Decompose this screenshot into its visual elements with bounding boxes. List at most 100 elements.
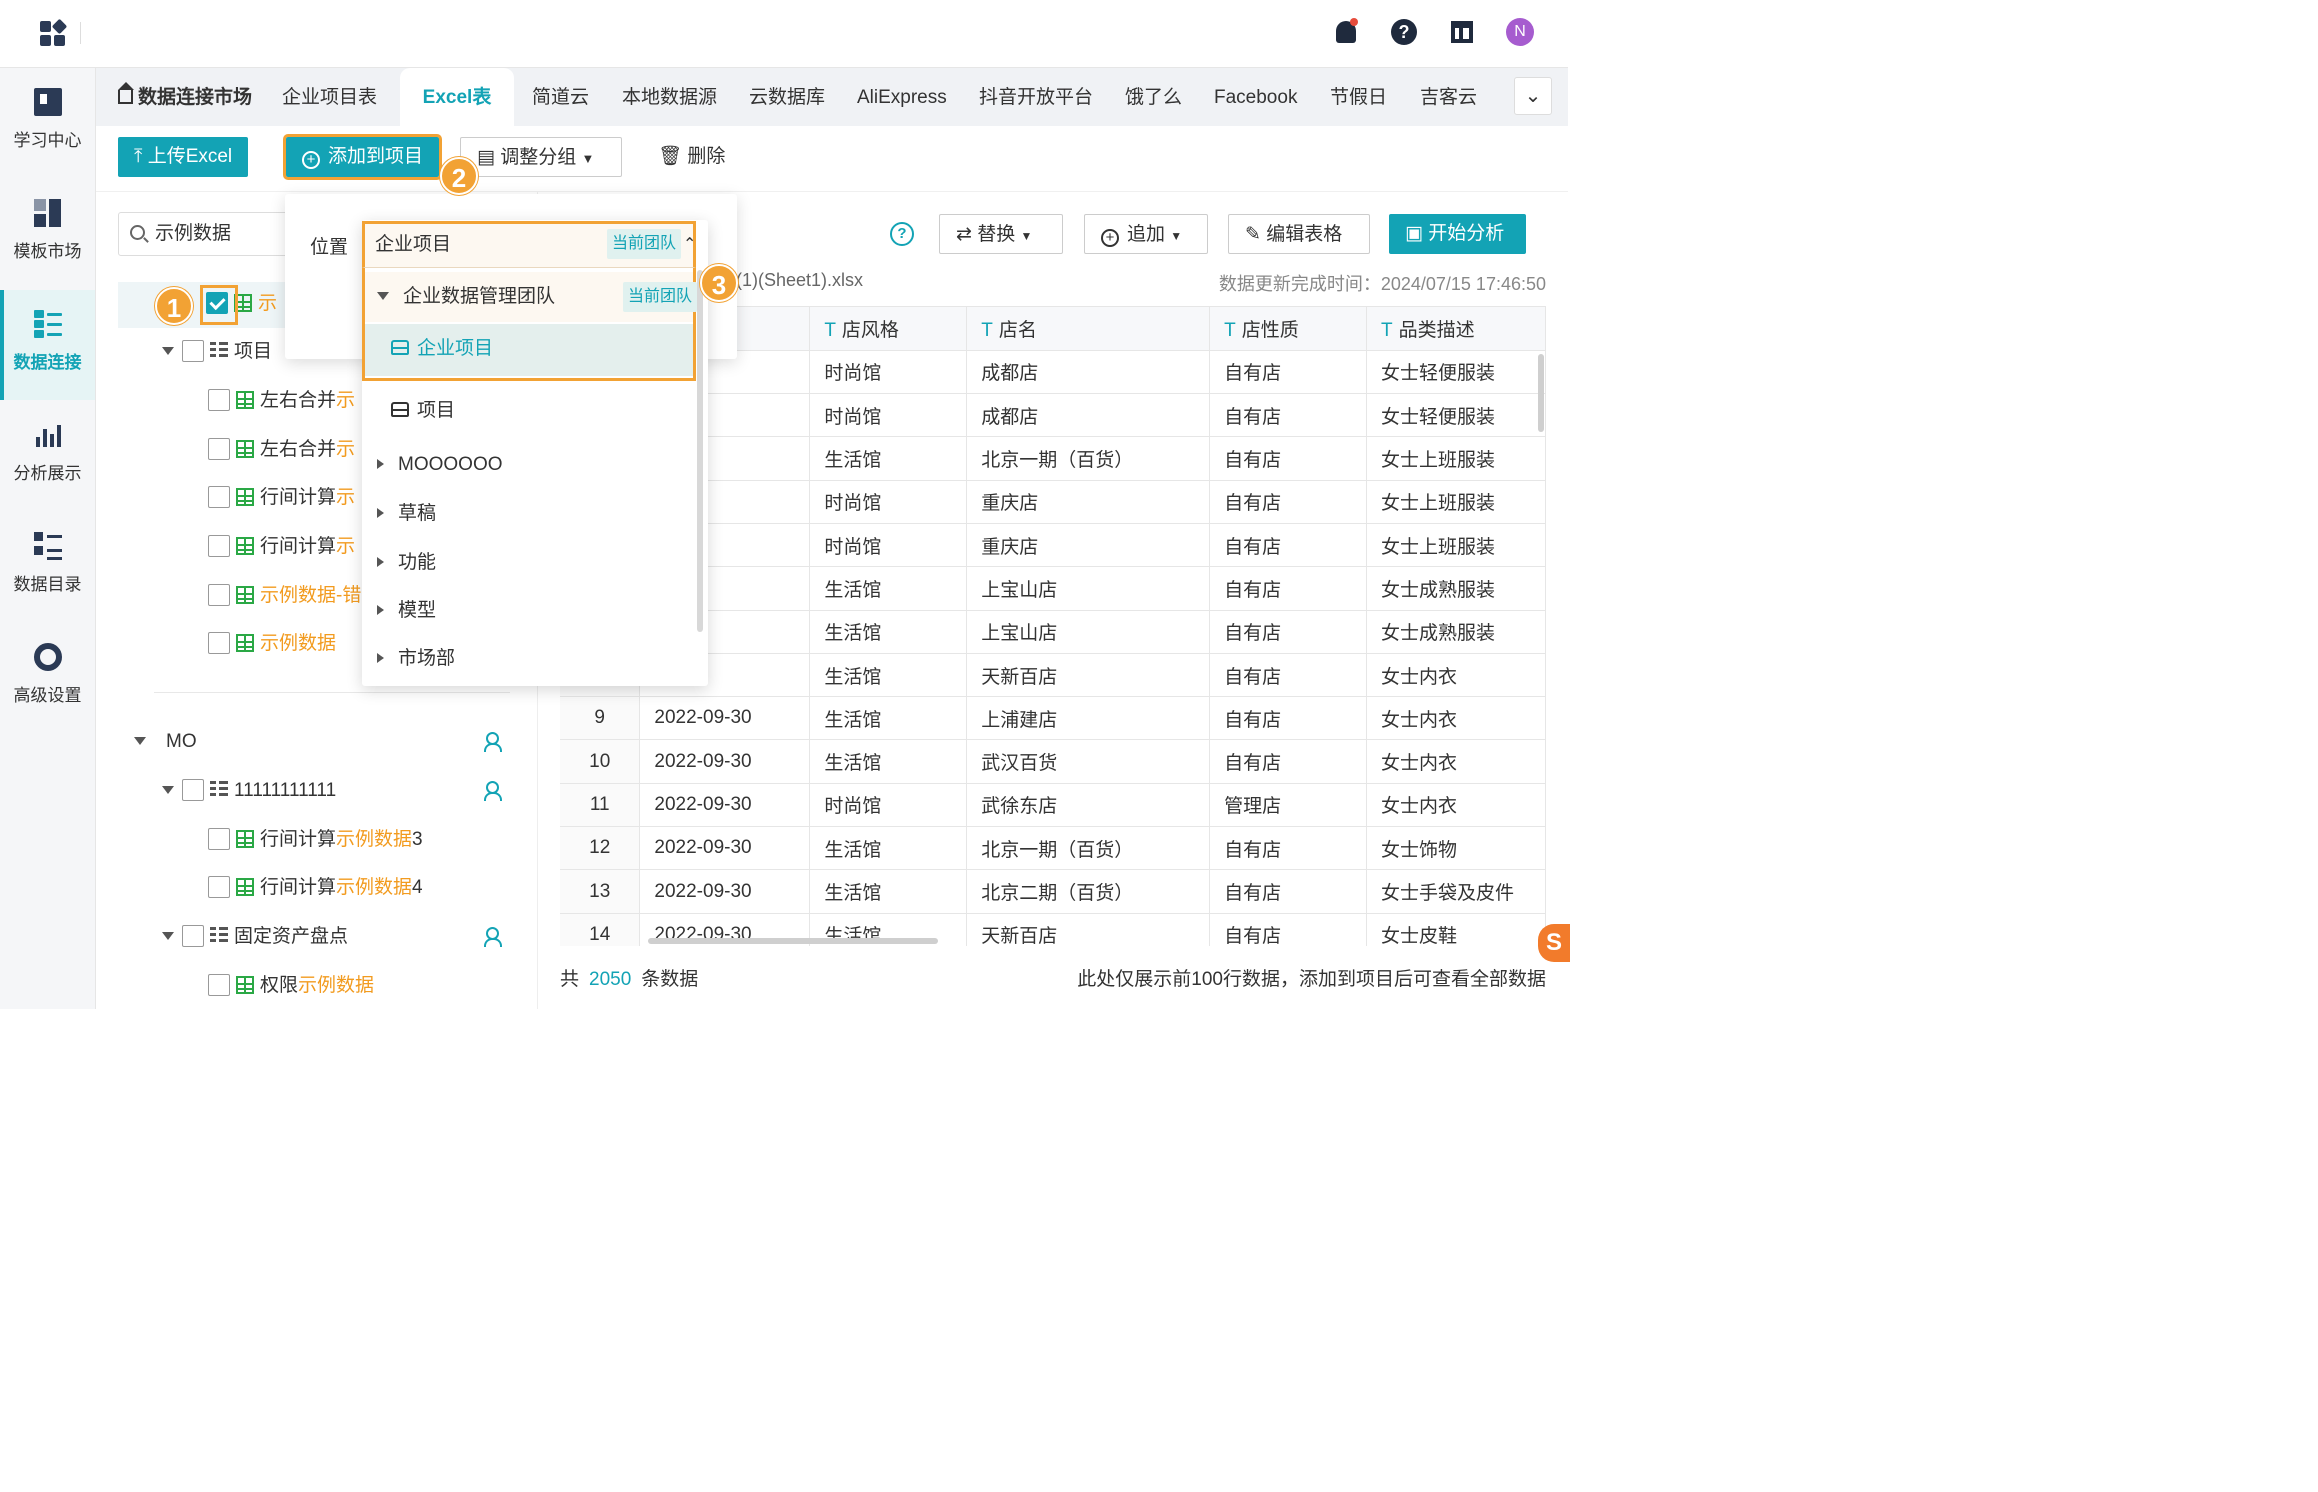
table-icon bbox=[236, 634, 254, 652]
tab-eleme[interactable]: 饿了么 bbox=[1125, 68, 1182, 126]
column-header[interactable]: T 品类描述 bbox=[1366, 307, 1546, 351]
tree-item[interactable]: 示例数据 bbox=[208, 622, 336, 666]
checkbox[interactable] bbox=[208, 535, 230, 557]
tree-folder[interactable]: 固定资产盘点 bbox=[162, 915, 504, 959]
sidebar-item-learning[interactable]: 学习中心 bbox=[0, 68, 95, 178]
tree-item[interactable]: 行间计算示 bbox=[208, 476, 355, 520]
dropdown-option[interactable]: 模型 bbox=[365, 586, 693, 636]
table-row[interactable]: 10 2022-09-30 生活馆 武汉百货 自有店 女士内衣 bbox=[560, 739, 1546, 784]
location-select[interactable]: 企业项目 当前团队 ⌃ bbox=[362, 221, 696, 267]
tab-cloud-db[interactable]: 云数据库 bbox=[749, 68, 825, 126]
help-icon[interactable]: ? bbox=[1390, 18, 1418, 46]
help-icon[interactable]: ? bbox=[890, 222, 914, 246]
tree-item[interactable]: 左右合并示 bbox=[208, 379, 355, 423]
bell-icon[interactable] bbox=[1332, 18, 1360, 46]
table-cell: 女士内衣 bbox=[1366, 696, 1546, 741]
edit-table-button[interactable]: ✎ 编辑表格 bbox=[1228, 214, 1370, 254]
team-icon[interactable] bbox=[484, 927, 504, 947]
dropdown-scrollbar[interactable] bbox=[697, 270, 703, 632]
table-cell: 生活馆 bbox=[809, 566, 968, 611]
tab-holidays[interactable]: 节假日 bbox=[1330, 68, 1387, 126]
checkbox[interactable] bbox=[208, 584, 230, 606]
upload-excel-button[interactable]: ⤒ 上传Excel bbox=[118, 137, 249, 177]
tab-aliexpress[interactable]: AliExpress bbox=[857, 68, 947, 126]
sidebar-item-data-connection[interactable]: 数据连接 bbox=[0, 290, 95, 400]
app-grid-icon[interactable] bbox=[40, 18, 68, 47]
tab-local-source[interactable]: 本地数据源 bbox=[622, 68, 717, 126]
tab-market[interactable]: 数据连接市场 bbox=[118, 68, 252, 126]
caret-right-icon bbox=[377, 557, 384, 567]
table-row[interactable]: 9 2022-09-30 生活馆 上浦建店 自有店 女士内衣 bbox=[560, 696, 1546, 741]
dropdown-option[interactable]: 项目 bbox=[365, 386, 693, 436]
table-cell: 女士手袋及皮件 bbox=[1366, 869, 1546, 914]
tab-excel[interactable]: Excel表 bbox=[400, 68, 514, 126]
delete-button[interactable]: 🗑 删除 bbox=[642, 137, 741, 177]
table-icon bbox=[236, 537, 254, 555]
step-badge: 1 bbox=[155, 287, 193, 325]
checkbox[interactable] bbox=[208, 438, 230, 460]
column-header[interactable]: T 店风格 bbox=[809, 307, 968, 351]
regroup-button[interactable]: ▤ 调整分组 ▼ bbox=[460, 137, 622, 177]
tree-item[interactable]: 行间计算示例数据3 bbox=[208, 818, 423, 862]
checkbox[interactable] bbox=[208, 974, 230, 996]
table-cell: 自有店 bbox=[1209, 739, 1367, 784]
team-icon[interactable] bbox=[484, 732, 504, 752]
tree-item[interactable]: 行间计算示 bbox=[208, 525, 355, 569]
append-button[interactable]: + 追加 ▼ bbox=[1084, 214, 1208, 254]
caret-down-icon bbox=[134, 737, 146, 745]
column-header[interactable]: T 店名 bbox=[966, 307, 1211, 351]
table-row[interactable]: 11 2022-09-30 时尚馆 武徐东店 管理店 女士内衣 bbox=[560, 783, 1546, 828]
table-cell: 女士上班服装 bbox=[1366, 480, 1546, 524]
tree-item[interactable]: 权限示例数据 bbox=[208, 964, 374, 1008]
tab-jiandaoyun[interactable]: 简道云 bbox=[532, 68, 589, 126]
dropdown-option[interactable]: 草稿 bbox=[365, 489, 693, 539]
dropdown-option[interactable]: 功能 bbox=[365, 538, 693, 588]
tab-douyin[interactable]: 抖音开放平台 bbox=[979, 68, 1093, 126]
tree-item[interactable]: 行间计算示例数据4 bbox=[208, 866, 423, 910]
edit-icon: ✎ bbox=[1245, 224, 1267, 245]
tree-folder[interactable]: 11111111111 bbox=[162, 769, 504, 813]
tree-folder[interactable]: 项目 bbox=[162, 330, 272, 374]
tree-item[interactable]: 左右合并示 bbox=[208, 428, 355, 472]
tree-group[interactable]: MO bbox=[134, 720, 504, 764]
table-cell: 自有店 bbox=[1209, 393, 1367, 438]
checkbox[interactable] bbox=[208, 632, 230, 654]
vertical-scrollbar[interactable] bbox=[1538, 354, 1544, 432]
table-row[interactable]: 13 2022-09-30 生活馆 北京二期（百货） 自有店 女士手袋及皮件 bbox=[560, 869, 1546, 914]
sidebar-item-templates[interactable]: 模板市场 bbox=[0, 179, 95, 289]
sidebar-item-catalog[interactable]: 数据目录 bbox=[0, 512, 95, 622]
table-row[interactable]: 12 2022-09-30 生活馆 北京一期（百货） 自有店 女士饰物 bbox=[560, 826, 1546, 871]
add-to-project-button[interactable]: + 添加到项目 bbox=[282, 134, 443, 180]
text-type-icon: T bbox=[824, 319, 836, 341]
checkbox[interactable] bbox=[208, 389, 230, 411]
avatar[interactable]: N bbox=[1506, 18, 1534, 46]
checkbox[interactable] bbox=[208, 486, 230, 508]
replace-button[interactable]: ⇄ 替换 ▼ bbox=[939, 214, 1063, 254]
checkbox[interactable] bbox=[182, 779, 204, 801]
layout-icon[interactable] bbox=[1448, 18, 1476, 46]
tab-facebook[interactable]: Facebook bbox=[1214, 68, 1297, 126]
checkbox[interactable] bbox=[182, 925, 204, 947]
sidebar-item-settings[interactable]: 高级设置 bbox=[0, 623, 95, 733]
caret-down-icon: ▼ bbox=[581, 151, 595, 166]
tab-enterprise-project[interactable]: 企业项目表 bbox=[282, 68, 377, 126]
tab-jikeyun[interactable]: 吉客云 bbox=[1420, 68, 1477, 126]
horizontal-scrollbar[interactable] bbox=[648, 938, 938, 944]
chevron-down-icon[interactable]: ⌄ bbox=[1514, 77, 1552, 115]
bar-chart-icon bbox=[34, 421, 62, 449]
search-input[interactable]: 示例数据 bbox=[118, 212, 298, 256]
gear-icon bbox=[33, 643, 62, 671]
checkbox[interactable] bbox=[208, 828, 230, 850]
start-analysis-button[interactable]: ▣ 开始分析 bbox=[1389, 214, 1526, 254]
checkbox[interactable] bbox=[208, 876, 230, 898]
checkbox[interactable] bbox=[182, 340, 204, 362]
dropdown-option-team[interactable]: 企业数据管理团队 当前团队 bbox=[365, 272, 698, 322]
team-icon[interactable] bbox=[484, 781, 504, 801]
column-header[interactable]: T 店性质 bbox=[1209, 307, 1367, 351]
tree-item[interactable]: 示例数据-错 bbox=[208, 574, 361, 618]
dropdown-option-selected[interactable]: 企业项目 bbox=[365, 324, 693, 376]
dropdown-option[interactable]: 市场部 bbox=[365, 634, 693, 684]
ime-floating-icon[interactable]: S bbox=[1538, 924, 1570, 962]
sidebar-item-analysis[interactable]: 分析展示 bbox=[0, 401, 95, 511]
dropdown-option[interactable]: MOOOOOO bbox=[365, 440, 693, 490]
